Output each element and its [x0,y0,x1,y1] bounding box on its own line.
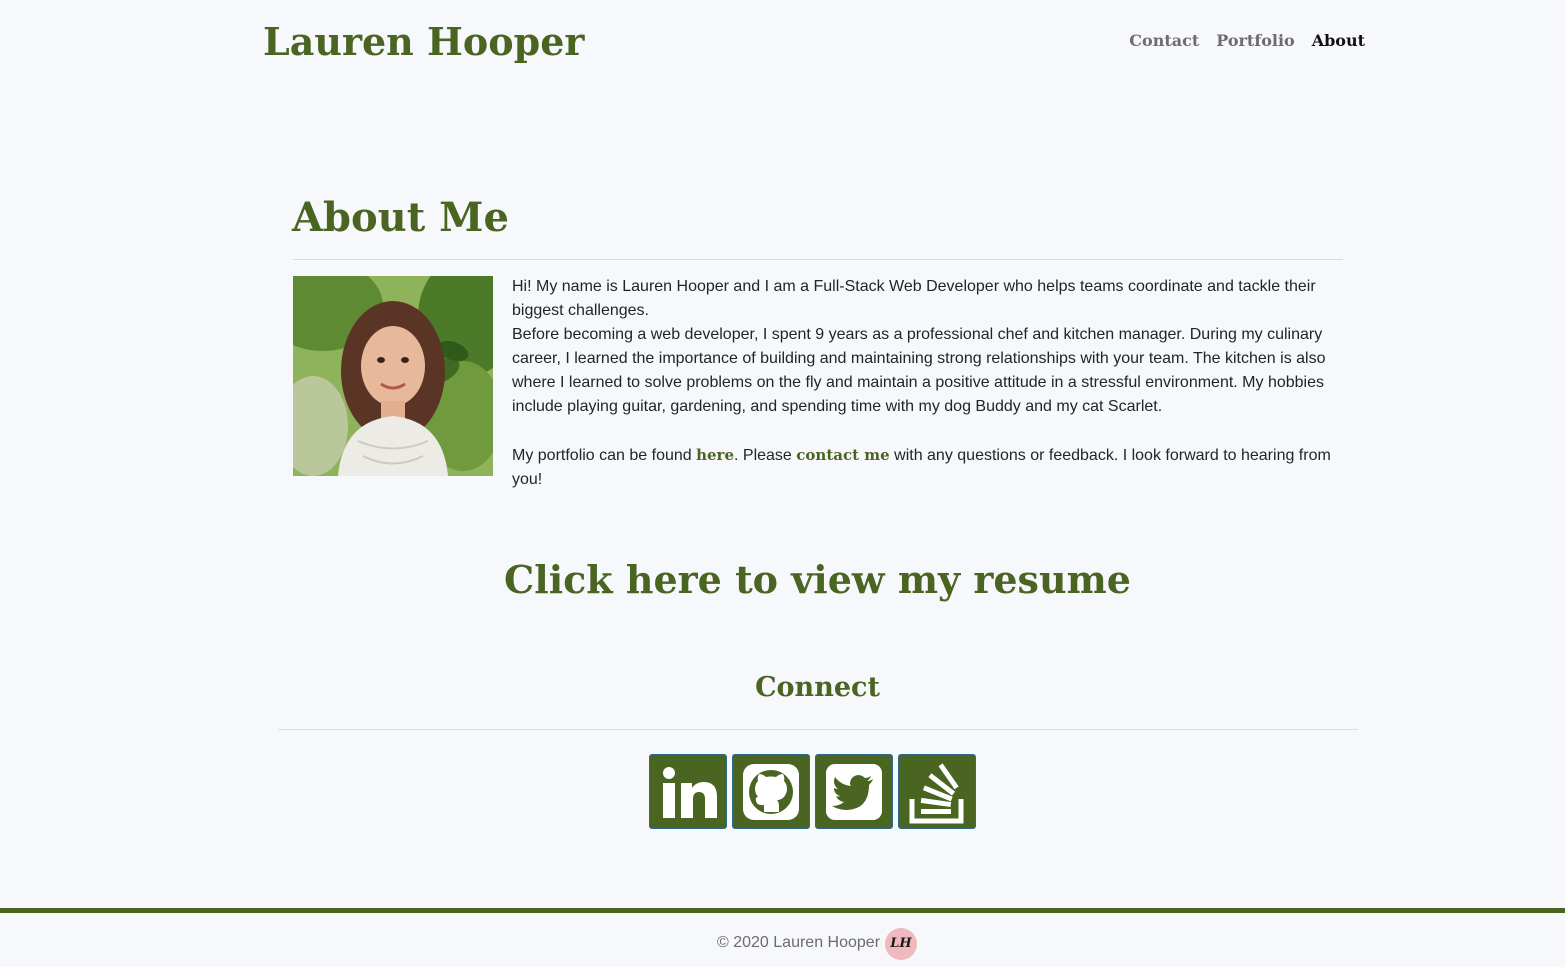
nav-contact[interactable]: Contact [1129,30,1199,52]
footer-logo-text: LH [890,936,912,951]
contact-link[interactable]: contact me [796,446,889,464]
linkedin-link[interactable] [649,754,727,829]
stackoverflow-link[interactable] [898,754,976,829]
site-brand[interactable]: Lauren Hooper [263,16,584,68]
twitter-icon [826,764,882,820]
bio-text: My portfolio can be found [512,447,697,464]
connect-title: Connect [755,672,880,703]
nav-about[interactable]: About [1312,30,1365,52]
connect-divider [278,729,1358,730]
github-link[interactable] [732,754,810,829]
main-nav: Contact Portfolio About [1129,30,1365,52]
resume-link[interactable]: Click here to view my resume [0,552,1565,608]
portfolio-link[interactable]: here [696,446,734,464]
bio-paragraph-intro: Hi! My name is Lauren Hooper and I am a … [512,278,1316,319]
footer-logo: LH [885,928,917,960]
about-divider [293,259,1343,260]
linkedin-icon [663,767,717,818]
about-bio: Hi! My name is Lauren Hooper and I am a … [512,275,1342,492]
bio-paragraph-links: My portfolio can be found here. Please c… [512,443,1342,492]
footer-copyright: © 2020 Lauren Hooper [717,934,881,951]
bio-text: . Please [734,447,797,464]
social-links [649,754,976,829]
nav-portfolio[interactable]: Portfolio [1216,30,1294,52]
twitter-link[interactable] [815,754,893,829]
bio-paragraph-background: Before becoming a web developer, I spent… [512,326,1326,415]
about-title: About Me [292,194,509,241]
github-icon [743,764,799,820]
profile-photo [293,276,493,476]
stackoverflow-icon [909,763,964,824]
